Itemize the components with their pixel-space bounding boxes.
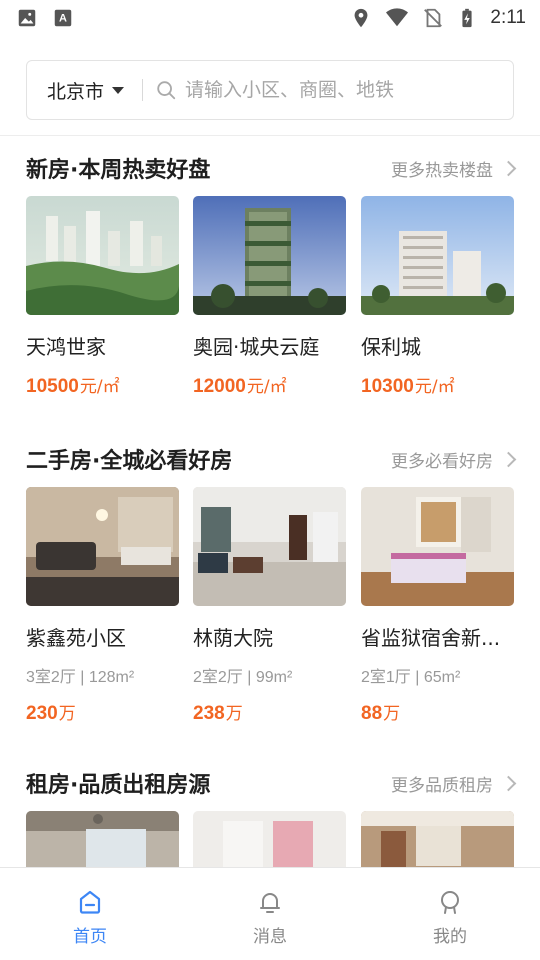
search-bar: 北京市 [26,60,514,120]
property-photo [193,196,346,315]
property-layout: 3室2厅 | 128m² [26,669,135,686]
nav-profile[interactable]: 我的 [360,868,540,960]
no-sim-icon [424,8,443,28]
status-bar: A 2:11 [0,0,540,36]
nav-messages[interactable]: 消息 [180,868,360,960]
nav-label: 首页 [73,927,107,947]
property-price: 238 万 [193,703,243,724]
nav-home[interactable]: 首页 [0,868,180,960]
property-card[interactable]: 奥园·城央云庭 12000 元/㎡ [193,196,346,398]
more-second-hand-link[interactable]: 更多必看好房 [391,447,517,472]
property-name: 紫鑫苑小区 [26,626,126,650]
property-card[interactable]: 省监狱宿舍新... 2室1厅 | 65m² 88 万 [361,487,514,725]
property-price: 88 万 [361,703,401,724]
property-name: 天鸿世家 [26,335,106,359]
property-card[interactable]: 保利城 10300 元/㎡ [361,196,514,398]
more-new-homes-link[interactable]: 更多热卖楼盘 [391,156,517,181]
property-layout: 2室1厅 | 65m² [361,669,461,686]
property-price: 10500 元/㎡ [26,376,120,397]
property-photo [26,487,179,606]
property-card[interactable] [193,811,346,867]
property-layout: 2室2厅 | 99m² [193,669,293,686]
home-icon [79,890,101,914]
more-rentals-link[interactable]: 更多品质租房 [391,771,517,796]
property-card[interactable] [26,811,179,867]
chevron-right-icon [500,775,517,792]
wifi-icon [386,8,409,27]
second-hand-section: 二手房·全城必看好房 更多必看好房 紫鑫苑小区 3室2厅 | 128m² 230… [0,437,540,724]
property-photo [26,196,179,315]
section-title: 新房·本周热卖好盘 [26,158,211,183]
section-title: 租房·品质出租房源 [26,773,211,798]
property-photo [361,196,514,315]
profile-icon [441,891,459,914]
font-notification-icon: A [54,9,72,27]
property-name: 林荫大院 [193,626,273,650]
property-name: 省监狱宿舍新... [361,626,501,650]
property-card[interactable]: 天鸿世家 10500 元/㎡ [26,196,179,398]
property-price: 12000 元/㎡ [193,376,287,397]
section-title: 二手房·全城必看好房 [26,449,233,474]
chevron-right-icon [500,451,517,468]
chevron-right-icon [500,160,517,177]
property-card[interactable] [361,811,514,867]
image-notification-icon [18,9,36,27]
nav-label: 我的 [433,927,467,947]
city-label: 北京市 [47,80,105,103]
nav-label: 消息 [253,927,287,947]
property-price: 10300 元/㎡ [361,376,455,397]
city-selector[interactable]: 北京市 [47,77,125,104]
svg-text:A: A [59,13,67,25]
battery-charging-icon [462,8,473,28]
search-separator [142,79,144,101]
property-card[interactable]: 林荫大院 2室2厅 | 99m² 238 万 [193,487,346,725]
property-photo [361,487,514,606]
header-divider [0,135,540,136]
property-card[interactable]: 紫鑫苑小区 3室2厅 | 128m² 230 万 [26,487,179,725]
property-photo [193,811,346,867]
bell-icon [260,893,280,913]
location-icon [355,8,368,28]
property-photo [26,811,179,867]
property-photo [361,811,514,867]
new-homes-section: 新房·本周热卖好盘 更多热卖楼盘 天鸿世家 10500 元/㎡ 奥园·城央云庭 1… [0,146,540,397]
property-name: 奥园·城央云庭 [193,335,320,359]
search-input[interactable] [185,79,486,101]
bottom-nav: 首页 消息 我的 [0,867,540,960]
property-price: 230 万 [26,703,76,724]
property-name: 保利城 [361,335,421,359]
rentals-section: 租房·品质出租房源 更多品质租房 [0,761,540,867]
status-time: 2:11 [490,7,526,28]
caret-down-icon [112,86,125,94]
search-icon [157,81,176,100]
property-photo [193,487,346,606]
